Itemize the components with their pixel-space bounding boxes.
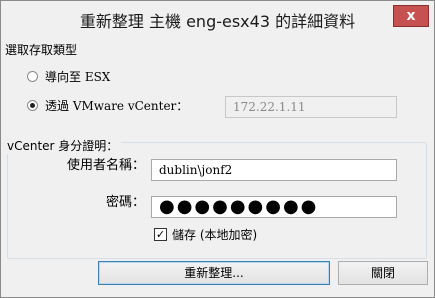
dialog-body: 選取存取類型 導向至 ESX 透過 VMware vCenter： 172.22…	[5, 39, 430, 293]
username-label: 使用者名稱：	[66, 158, 145, 173]
checkmark-icon: ✓	[155, 228, 166, 241]
radio-vcenter[interactable]: 透過 VMware vCenter：	[27, 97, 188, 114]
save-credentials-checkbox[interactable]: ✓	[154, 228, 167, 241]
close-button[interactable]: 關閉	[338, 261, 428, 285]
vcenter-address-field[interactable]: 172.22.1.11	[225, 96, 397, 118]
radio-label-direct-esx: 導向至 ESX	[45, 70, 111, 84]
radio-label-vcenter: 透過 VMware vCenter：	[45, 99, 189, 113]
close-window-button[interactable]: x	[393, 5, 429, 27]
save-credentials-label: 儲存 (本地加密)	[172, 228, 258, 242]
password-field[interactable]: ●●●●●●●●●	[151, 196, 397, 218]
refresh-host-dialog: 重新整理 主機 eng-esx43 的詳細資料 x 選取存取類型 導向至 ESX…	[0, 0, 435, 298]
save-credentials-option[interactable]: ✓ 儲存 (本地加密)	[154, 226, 257, 243]
radio-button-direct-esx[interactable]	[27, 71, 38, 82]
password-label: 密碼：	[105, 195, 145, 210]
username-field[interactable]: dublin\jonf2	[151, 159, 397, 181]
radio-direct-esx[interactable]: 導向至 ESX	[27, 68, 110, 85]
refresh-button[interactable]: 重新整理...	[98, 261, 330, 285]
title-bar[interactable]: 重新整理 主機 eng-esx43 的詳細資料 x	[1, 1, 434, 39]
credentials-group-label: vCenter 身分證明：	[7, 137, 122, 154]
dialog-title: 重新整理 主機 eng-esx43 的詳細資料	[79, 12, 356, 31]
radio-button-vcenter[interactable]	[27, 100, 38, 111]
close-icon: x	[406, 8, 416, 24]
